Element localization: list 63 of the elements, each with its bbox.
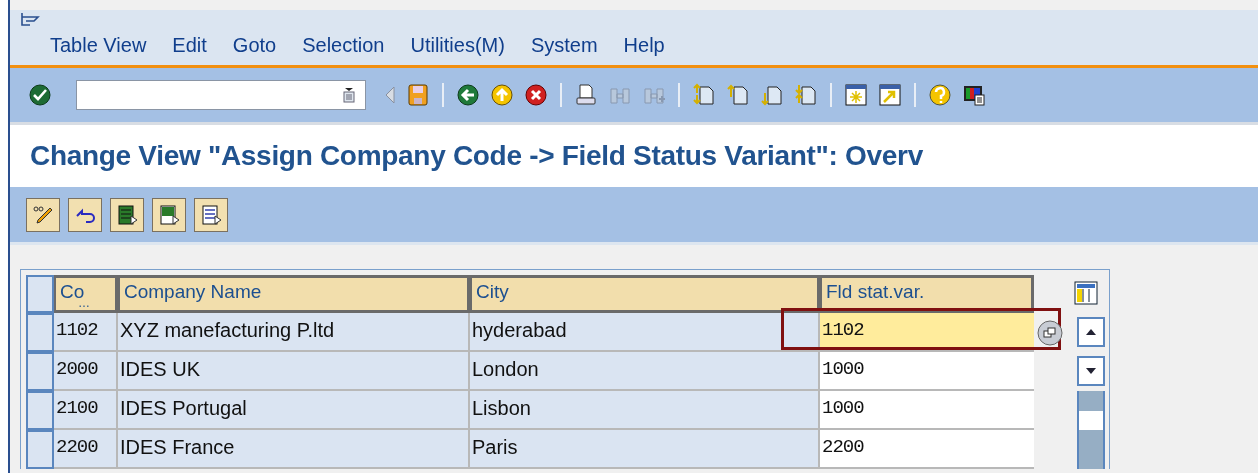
- first-page-icon[interactable]: [692, 83, 716, 107]
- menu-item[interactable]: System: [530, 34, 598, 57]
- table-cell: 1102: [54, 313, 118, 352]
- input-field[interactable]: 1000: [820, 352, 1034, 391]
- screen-title: Change View "Assign Company Code -> Field Status Variant": Overv: [30, 140, 923, 172]
- table-cell: IDES UK: [118, 352, 470, 391]
- table-cell: 2200: [54, 430, 118, 469]
- menu-item[interactable]: Selection: [302, 34, 385, 57]
- layout-menu-icon[interactable]: [962, 83, 986, 107]
- column-header[interactable]: Co…: [54, 275, 118, 313]
- list-deselect-icon: [200, 203, 222, 226]
- last-page-icon[interactable]: [794, 83, 818, 107]
- scroll-down-button[interactable]: [1077, 356, 1105, 386]
- undo-button[interactable]: [68, 197, 102, 232]
- print-icon[interactable]: [574, 83, 598, 107]
- menu-item[interactable]: Utilities(M): [410, 34, 505, 57]
- enter-check-icon[interactable]: [28, 83, 52, 107]
- down-triangle-icon: [1086, 368, 1096, 374]
- list-select-icon: [116, 203, 138, 226]
- table-cell: 2000: [54, 352, 118, 391]
- help-icon[interactable]: [928, 83, 952, 107]
- next-page-icon[interactable]: [760, 83, 784, 107]
- table-cell: IDES France: [118, 430, 470, 469]
- column-settings-icon[interactable]: [1074, 281, 1098, 305]
- select-block-button[interactable]: [152, 197, 186, 232]
- previous-page-icon[interactable]: [726, 83, 750, 107]
- row-selector[interactable]: [26, 352, 54, 391]
- up-triangle-icon: [1086, 329, 1096, 335]
- cancel-icon[interactable]: [524, 83, 548, 107]
- system-menu-icon[interactable]: [20, 12, 40, 26]
- pencil-glasses-icon: [32, 203, 54, 226]
- select-all-button[interactable]: [110, 197, 144, 232]
- column-header[interactable]: City: [470, 275, 820, 313]
- table-cell: XYZ manefacturing P.ltd: [118, 313, 470, 352]
- table-cell: London: [470, 352, 820, 391]
- table-cell: IDES Portugal: [118, 391, 470, 430]
- display-change-button[interactable]: [26, 197, 60, 232]
- table-cell: Paris: [470, 430, 820, 469]
- row-selector[interactable]: [26, 430, 54, 469]
- scroll-up-button[interactable]: [1077, 317, 1105, 347]
- row-selector[interactable]: [26, 391, 54, 430]
- shortcut-icon[interactable]: [878, 83, 902, 107]
- menu-item[interactable]: Help: [623, 34, 665, 57]
- select-all-cell[interactable]: [26, 275, 54, 313]
- input-field[interactable]: 1000: [820, 391, 1034, 430]
- column-header[interactable]: Fld stat.var.: [820, 275, 1034, 313]
- menu-item[interactable]: Edit: [172, 34, 207, 57]
- column-header[interactable]: Company Name: [118, 275, 470, 313]
- value-help-icon[interactable]: [1037, 319, 1063, 346]
- new-session-icon[interactable]: [844, 83, 868, 107]
- row-selector[interactable]: [26, 313, 54, 352]
- menu-item[interactable]: Goto: [232, 34, 277, 57]
- input-field[interactable]: 1102: [820, 313, 1034, 352]
- table-cell: 2100: [54, 391, 118, 430]
- input-field[interactable]: 2200: [820, 430, 1034, 469]
- command-field[interactable]: [76, 80, 366, 110]
- block-select-icon: [158, 203, 180, 226]
- menu-item[interactable]: Table View: [50, 34, 147, 57]
- table-cell: hyderabad: [470, 313, 820, 352]
- history-icon[interactable]: [343, 87, 355, 103]
- table-cell: Lisbon: [470, 391, 820, 430]
- save-icon[interactable]: [406, 83, 430, 107]
- deselect-all-button[interactable]: [194, 197, 228, 232]
